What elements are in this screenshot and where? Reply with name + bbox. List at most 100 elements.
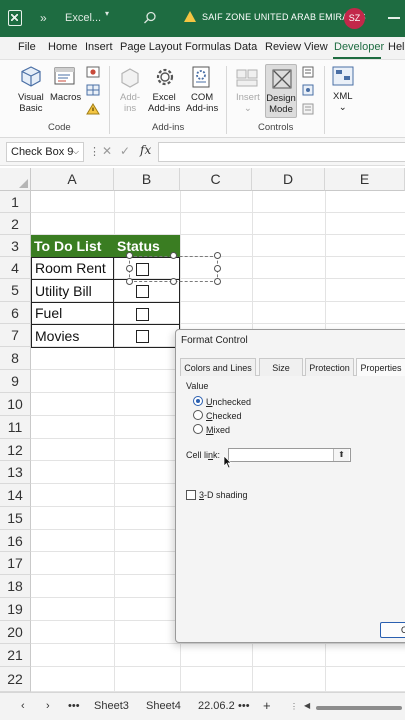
- row-header[interactable]: 2: [0, 213, 31, 235]
- tab-help[interactable]: Help: [388, 41, 405, 53]
- row-header[interactable]: 8: [0, 347, 31, 370]
- com-addins-button[interactable]: COM Add-ins: [186, 92, 218, 114]
- xml-button[interactable]: XML ⌄: [333, 91, 353, 113]
- minimize-icon[interactable]: [388, 17, 400, 19]
- row-header[interactable]: 13: [0, 461, 31, 484]
- row-header[interactable]: 7: [0, 324, 31, 347]
- row-header[interactable]: 4: [0, 257, 31, 279]
- cell-a7[interactable]: Movies: [31, 324, 114, 348]
- row-header[interactable]: 5: [0, 279, 31, 302]
- row-header[interactable]: 17: [0, 552, 31, 575]
- resize-handle[interactable]: [170, 252, 177, 259]
- row-header[interactable]: 22: [0, 667, 31, 692]
- column-header-e[interactable]: E: [325, 168, 405, 191]
- mixed-radio[interactable]: [193, 424, 203, 434]
- row-header[interactable]: 6: [0, 302, 31, 324]
- file-name[interactable]: Excel...: [65, 12, 101, 24]
- tab-review[interactable]: Review: [265, 41, 301, 53]
- tab-formulas[interactable]: Formulas: [185, 41, 231, 53]
- cell-a4[interactable]: Room Rent: [31, 257, 114, 280]
- quick-access-more-icon[interactable]: »: [40, 11, 47, 25]
- resize-handle[interactable]: [170, 278, 177, 285]
- row-header[interactable]: 12: [0, 439, 31, 461]
- view-code-icon[interactable]: [302, 84, 314, 96]
- search-icon[interactable]: [143, 11, 157, 25]
- 3d-shading-checkbox[interactable]: [186, 490, 196, 500]
- tab-size[interactable]: Size: [259, 358, 303, 376]
- status-checkbox[interactable]: [136, 330, 149, 343]
- record-macro-icon[interactable]: [86, 66, 100, 78]
- resize-handle[interactable]: [214, 252, 221, 259]
- column-header-d[interactable]: D: [252, 168, 325, 191]
- cell-a5[interactable]: Utility Bill: [31, 279, 114, 303]
- status-checkbox[interactable]: [136, 285, 149, 298]
- row-header[interactable]: 19: [0, 598, 31, 621]
- tab-view[interactable]: View: [304, 41, 328, 53]
- checked-radio[interactable]: [193, 410, 203, 420]
- tab-page-layout[interactable]: Page Layout: [120, 41, 182, 53]
- avatar[interactable]: SZ: [344, 8, 365, 29]
- column-header-c[interactable]: C: [180, 168, 252, 191]
- row-header[interactable]: 21: [0, 644, 31, 667]
- tab-file[interactable]: File: [18, 41, 36, 53]
- sheet-tab-sheet4[interactable]: Sheet4: [146, 700, 181, 712]
- row-header[interactable]: 1: [0, 191, 31, 213]
- name-box-dropdown-icon[interactable]: ⌵: [73, 147, 79, 157]
- tab-protection[interactable]: Protection: [305, 358, 354, 376]
- more-options-icon[interactable]: ⋮: [89, 145, 100, 158]
- row-header[interactable]: 3: [0, 235, 31, 257]
- macro-security-icon[interactable]: [86, 103, 100, 115]
- column-header-a[interactable]: A: [31, 168, 114, 191]
- tab-data[interactable]: Data: [234, 41, 257, 53]
- relative-references-icon[interactable]: [86, 84, 100, 96]
- row-header[interactable]: 15: [0, 507, 31, 530]
- row-header[interactable]: 20: [0, 621, 31, 644]
- visual-basic-button[interactable]: Visual Basic: [18, 92, 44, 114]
- more-sheets-left-icon[interactable]: •••: [68, 700, 80, 712]
- unchecked-label[interactable]: Unchecked: [206, 397, 251, 407]
- row-header[interactable]: 9: [0, 370, 31, 393]
- excel-addins-button[interactable]: Excel Add-ins: [148, 92, 180, 114]
- insert-function-icon[interactable]: fx: [140, 143, 151, 157]
- tab-home[interactable]: Home: [48, 41, 77, 53]
- filename-dropdown-icon[interactable]: ▾: [105, 9, 109, 18]
- design-mode-button[interactable]: Design Mode: [265, 64, 297, 118]
- tab-colors-and-lines[interactable]: Colors and Lines: [180, 358, 256, 376]
- row-header[interactable]: 10: [0, 393, 31, 416]
- sheet-tab-22062[interactable]: 22.06.2: [198, 700, 235, 712]
- tab-properties[interactable]: Properties: [356, 358, 405, 376]
- sensitivity-label[interactable]: SAIF ZONE UNITED ARAB EMIRATES: [202, 12, 366, 22]
- mixed-label[interactable]: Mixed: [206, 425, 230, 435]
- resize-handle[interactable]: [126, 265, 133, 272]
- 3d-shading-label[interactable]: 3-D shading: [199, 490, 248, 500]
- checked-label[interactable]: Checked: [206, 411, 242, 421]
- tab-insert[interactable]: Insert: [85, 41, 113, 53]
- properties-icon[interactable]: [302, 66, 314, 78]
- scroll-left-icon[interactable]: ◀: [304, 701, 310, 710]
- formula-input[interactable]: [158, 142, 405, 162]
- row-header[interactable]: 18: [0, 575, 31, 598]
- name-box[interactable]: Check Box 9 ⌵: [6, 142, 84, 162]
- horizontal-scrollbar[interactable]: [316, 706, 402, 710]
- next-sheet-icon[interactable]: ›: [46, 700, 50, 712]
- sheet-tab-sheet3[interactable]: Sheet3: [94, 700, 129, 712]
- previous-sheet-icon[interactable]: ‹: [21, 700, 25, 712]
- row-header[interactable]: 14: [0, 484, 31, 507]
- unchecked-radio[interactable]: [193, 396, 203, 406]
- more-sheets-right-icon[interactable]: •••: [238, 700, 250, 712]
- ok-button[interactable]: O: [380, 622, 405, 638]
- resize-handle[interactable]: [214, 278, 221, 285]
- cell-a6[interactable]: Fuel: [31, 302, 114, 325]
- row-header[interactable]: 11: [0, 416, 31, 439]
- row-header[interactable]: 16: [0, 530, 31, 552]
- resize-handle[interactable]: [214, 265, 221, 272]
- add-sheet-button[interactable]: +: [263, 698, 271, 713]
- cancel-icon[interactable]: ✕: [102, 144, 112, 158]
- macros-button[interactable]: Macros: [50, 92, 81, 103]
- collapse-dialog-icon[interactable]: ⬆: [333, 449, 349, 461]
- resize-handle[interactable]: [126, 278, 133, 285]
- resize-handle[interactable]: [126, 252, 133, 259]
- tab-developer[interactable]: Developer: [334, 41, 384, 53]
- insert-controls-button[interactable]: Insert ⌄: [236, 92, 260, 114]
- enter-icon[interactable]: ✓: [120, 144, 130, 158]
